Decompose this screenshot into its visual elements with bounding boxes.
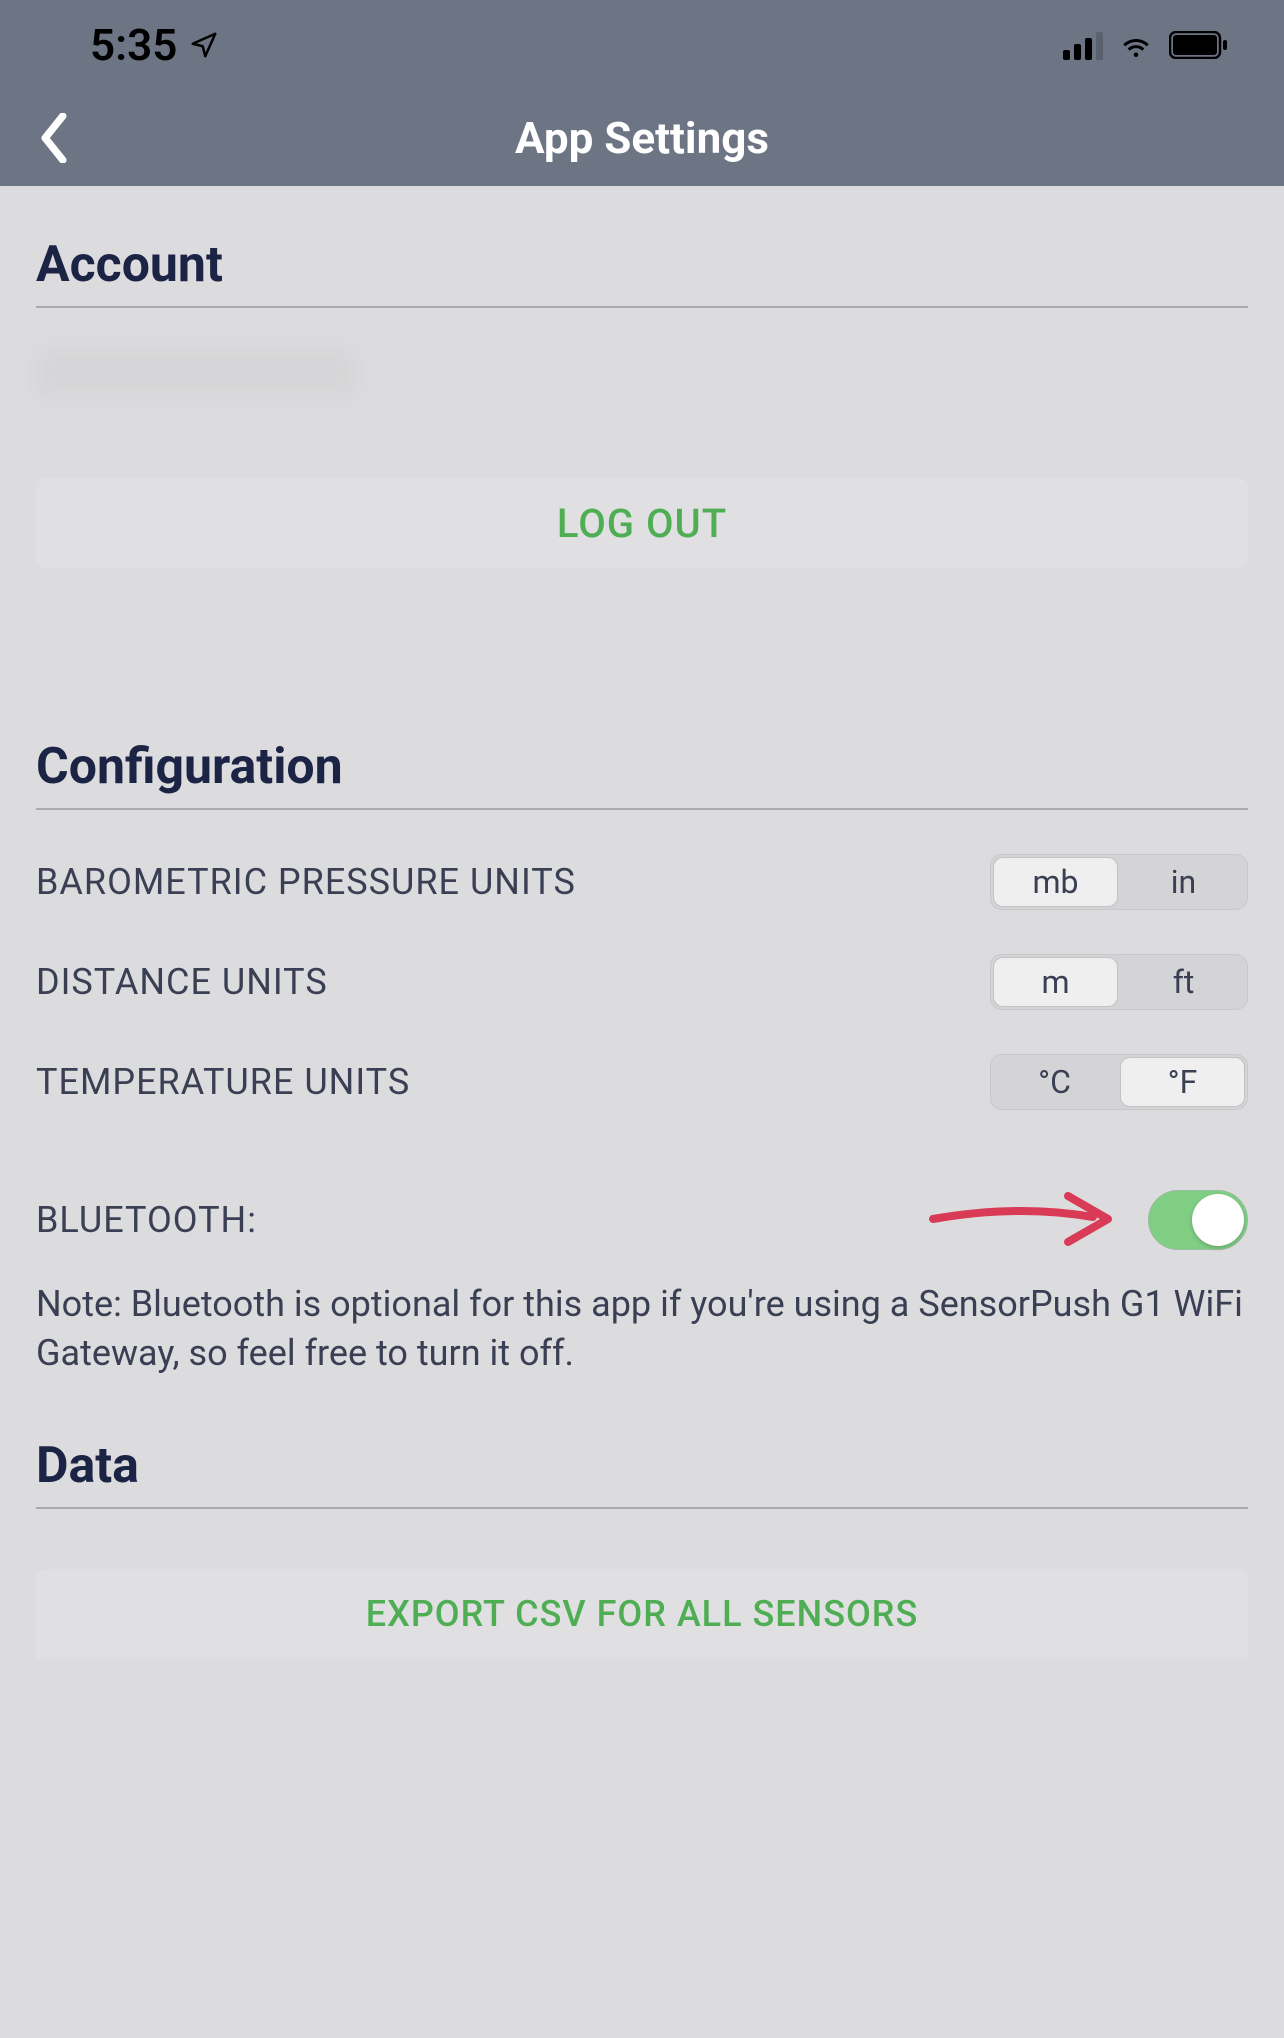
barometric-row: BAROMETRIC PRESSURE UNITS mb in (36, 854, 1248, 910)
temperature-row: TEMPERATURE UNITS °C °F (36, 1054, 1248, 1110)
temperature-segmented[interactable]: °C °F (990, 1054, 1248, 1110)
distance-option-ft[interactable]: ft (1122, 957, 1245, 1007)
distance-label: DISTANCE UNITS (36, 961, 328, 1003)
wifi-icon (1117, 30, 1155, 60)
status-bar: 5:35 (0, 0, 1284, 90)
status-time: 5:35 (90, 19, 177, 71)
location-icon (189, 30, 219, 60)
data-section-title: Data (36, 1437, 1248, 1509)
bluetooth-toggle-knob (1192, 1194, 1244, 1246)
nav-bar: App Settings (0, 90, 1284, 186)
distance-row: DISTANCE UNITS m ft (36, 954, 1248, 1010)
battery-icon (1169, 31, 1229, 59)
configuration-section-title: Configuration (36, 738, 1248, 810)
barometric-segmented[interactable]: mb in (990, 854, 1248, 910)
status-bar-left: 5:35 (90, 19, 219, 71)
back-button[interactable] (24, 108, 84, 168)
bluetooth-note: Note: Bluetooth is optional for this app… (36, 1280, 1248, 1377)
distance-segmented[interactable]: m ft (990, 954, 1248, 1010)
temperature-option-c[interactable]: °C (993, 1057, 1116, 1107)
arrow-annotation-icon (928, 1184, 1128, 1254)
account-section-title: Account (36, 236, 1248, 308)
logout-button[interactable]: LOG OUT (36, 478, 1248, 568)
distance-option-m[interactable]: m (993, 957, 1118, 1007)
export-csv-button[interactable]: EXPORT CSV FOR ALL SENSORS (36, 1569, 1248, 1659)
account-email-redacted (36, 348, 356, 398)
cellular-icon (1063, 30, 1103, 60)
barometric-option-in[interactable]: in (1122, 857, 1245, 907)
temperature-label: TEMPERATURE UNITS (36, 1061, 410, 1103)
bluetooth-toggle[interactable] (1148, 1190, 1248, 1250)
page-title: App Settings (0, 112, 1284, 164)
status-bar-right (1063, 30, 1229, 60)
temperature-option-f[interactable]: °F (1120, 1057, 1245, 1107)
account-email (36, 348, 1248, 418)
barometric-label: BAROMETRIC PRESSURE UNITS (36, 861, 576, 903)
barometric-option-mb[interactable]: mb (993, 857, 1118, 907)
bluetooth-label: BLUETOOTH: (36, 1199, 257, 1241)
